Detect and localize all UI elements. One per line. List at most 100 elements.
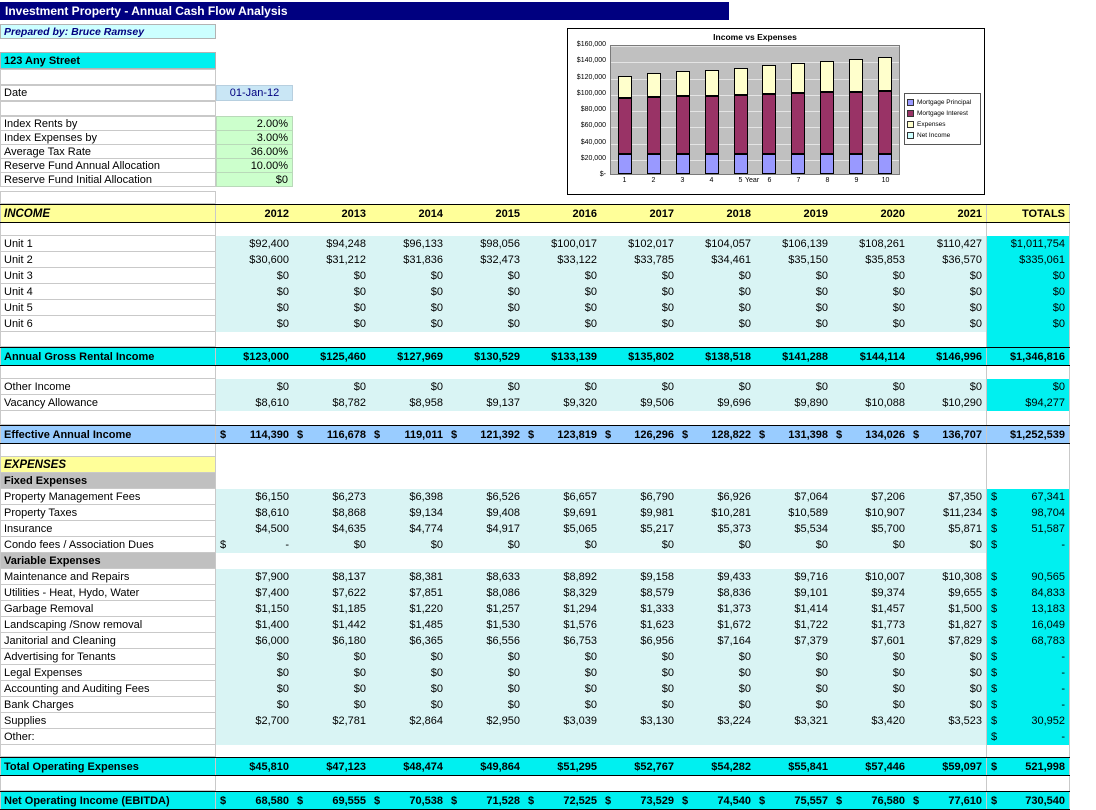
cell-unit-2-2015[interactable]: $32,473 xyxy=(447,252,524,268)
cell-spacer-2013[interactable] xyxy=(293,776,370,791)
cell-property-management-fees-2019[interactable]: $7,064 xyxy=(755,489,832,505)
cell-advertising-for-tenants-2021[interactable]: $0 xyxy=(909,649,986,665)
cell-spacer-2019[interactable] xyxy=(755,332,832,347)
cell-unit-2-2020[interactable]: $35,853 xyxy=(832,252,909,268)
cell-unit-1-2013[interactable]: $94,248 xyxy=(293,236,370,252)
cell-unit-1-total[interactable]: $1,011,754 xyxy=(986,236,1070,252)
cell-utilities-heat-hydo-water-2018[interactable]: $8,836 xyxy=(678,585,755,601)
cell-property-taxes-2017[interactable]: $9,981 xyxy=(601,505,678,521)
cell-unit-4-2021[interactable]: $0 xyxy=(909,284,986,300)
cell-insurance-2019[interactable]: $5,534 xyxy=(755,521,832,537)
cell-unit-3-2015[interactable]: $0 xyxy=(447,268,524,284)
cell-spacer-2017[interactable] xyxy=(601,411,678,425)
cell-maintenance-and-repairs-total[interactable]: $90,565 xyxy=(986,569,1070,585)
cell-accounting-and-auditing-fees-2018[interactable]: $0 xyxy=(678,681,755,697)
cell-utilities-heat-hydo-water-2019[interactable]: $9,101 xyxy=(755,585,832,601)
cell-condo-fees-association-dues-2018[interactable]: $0 xyxy=(678,537,755,553)
cell-expenses-2013[interactable] xyxy=(293,457,370,473)
cell-unit-4-2016[interactable]: $0 xyxy=(524,284,601,300)
cell-property-management-fees-2014[interactable]: $6,398 xyxy=(370,489,447,505)
cell-landscaping-snow-removal-2014[interactable]: $1,485 xyxy=(370,617,447,633)
year-header-2017[interactable]: 2017 xyxy=(601,205,678,222)
cell-spacer-2020[interactable] xyxy=(832,776,909,791)
cell-landscaping-snow-removal-2020[interactable]: $1,773 xyxy=(832,617,909,633)
row-label-other[interactable]: Other: xyxy=(0,729,216,745)
cell-maintenance-and-repairs-2012[interactable]: $7,900 xyxy=(216,569,293,585)
cell-spacer-2016[interactable] xyxy=(524,366,601,379)
cell-bank-charges-2019[interactable]: $0 xyxy=(755,697,832,713)
param-value-index-expenses-by[interactable]: 3.00% xyxy=(216,130,293,145)
cell-landscaping-snow-removal-total[interactable]: $16,049 xyxy=(986,617,1070,633)
cell-advertising-for-tenants-2012[interactable]: $0 xyxy=(216,649,293,665)
param-value-index-rents-by[interactable]: 2.00% xyxy=(216,116,293,131)
cell-supplies-2015[interactable]: $2,950 xyxy=(447,713,524,729)
cell-spacer-2020[interactable] xyxy=(832,745,909,757)
row-label-legal-expenses[interactable]: Legal Expenses xyxy=(0,665,216,681)
cell-garbage-removal-total[interactable]: $13,183 xyxy=(986,601,1070,617)
cell-condo-fees-association-dues-2013[interactable]: $0 xyxy=(293,537,370,553)
cell-annual-gross-rental-income-2016[interactable]: $133,139 xyxy=(524,348,601,365)
prepared-by-cell[interactable]: Prepared by: Bruce Ramsey xyxy=(0,24,216,39)
cell-spacer-2017[interactable] xyxy=(601,776,678,791)
cell-condo-fees-association-dues-2016[interactable]: $0 xyxy=(524,537,601,553)
cell-utilities-heat-hydo-water-2021[interactable]: $9,655 xyxy=(909,585,986,601)
cell-bank-charges-2012[interactable]: $0 xyxy=(216,697,293,713)
cell-janitorial-and-cleaning-2015[interactable]: $6,556 xyxy=(447,633,524,649)
cell-spacer-2018[interactable] xyxy=(678,332,755,347)
cell-legal-expenses-2012[interactable]: $0 xyxy=(216,665,293,681)
cell-expenses-2012[interactable] xyxy=(216,457,293,473)
param-value-reserve-fund-annual-allocation[interactable]: 10.00% xyxy=(216,158,293,173)
cell-other-2017[interactable] xyxy=(601,729,678,745)
cell-legal-expenses-2019[interactable]: $0 xyxy=(755,665,832,681)
cell-unit-4-2020[interactable]: $0 xyxy=(832,284,909,300)
cell-garbage-removal-2013[interactable]: $1,185 xyxy=(293,601,370,617)
cell-bank-charges-2018[interactable]: $0 xyxy=(678,697,755,713)
cell-other-2014[interactable] xyxy=(370,729,447,745)
cell-unit-6-2015[interactable]: $0 xyxy=(447,316,524,332)
row-label-spacer[interactable] xyxy=(0,223,216,236)
cell-bank-charges-total[interactable]: $- xyxy=(986,697,1070,713)
cell-advertising-for-tenants-2015[interactable]: $0 xyxy=(447,649,524,665)
cell-bank-charges-2021[interactable]: $0 xyxy=(909,697,986,713)
cell-unit-4-2012[interactable]: $0 xyxy=(216,284,293,300)
row-label-bank-charges[interactable]: Bank Charges xyxy=(0,697,216,713)
cell-spacer-2013[interactable] xyxy=(293,411,370,425)
cell-spacer-2013[interactable] xyxy=(293,366,370,379)
cell-landscaping-snow-removal-2021[interactable]: $1,827 xyxy=(909,617,986,633)
cell-vacancy-allowance-2017[interactable]: $9,506 xyxy=(601,395,678,411)
cell-spacer-total[interactable] xyxy=(986,444,1070,457)
cell-other-2012[interactable] xyxy=(216,729,293,745)
row-label-other-income[interactable]: Other Income xyxy=(0,379,216,395)
cell-spacer-2021[interactable] xyxy=(909,366,986,379)
cell-advertising-for-tenants-2020[interactable]: $0 xyxy=(832,649,909,665)
cell-advertising-for-tenants-total[interactable]: $- xyxy=(986,649,1070,665)
cell-legal-expenses-total[interactable]: $- xyxy=(986,665,1070,681)
cell-garbage-removal-2014[interactable]: $1,220 xyxy=(370,601,447,617)
cell-unit-2-total[interactable]: $335,061 xyxy=(986,252,1070,268)
cell-janitorial-and-cleaning-2013[interactable]: $6,180 xyxy=(293,633,370,649)
cell-fixed-expenses-2013[interactable] xyxy=(293,473,370,489)
year-header-2020[interactable]: 2020 xyxy=(832,205,909,222)
cell-garbage-removal-2012[interactable]: $1,150 xyxy=(216,601,293,617)
cell-spacer-2020[interactable] xyxy=(832,444,909,457)
cell-expenses-2016[interactable] xyxy=(524,457,601,473)
param-label-reserve-fund-annual-allocation[interactable]: Reserve Fund Annual Allocation xyxy=(0,158,216,173)
year-header-2019[interactable]: 2019 xyxy=(755,205,832,222)
cell-effective-annual-income-2019[interactable]: $131,398 xyxy=(755,426,832,443)
row-label-spacer[interactable] xyxy=(0,366,216,379)
row-label-spacer[interactable] xyxy=(0,332,216,347)
cell-total-operating-expenses-2013[interactable]: $47,123 xyxy=(293,758,370,775)
cell-effective-annual-income-2017[interactable]: $126,296 xyxy=(601,426,678,443)
cell-fixed-expenses-2015[interactable] xyxy=(447,473,524,489)
row-label-annual-gross-rental-income[interactable]: Annual Gross Rental Income xyxy=(0,348,216,365)
cell-garbage-removal-2018[interactable]: $1,373 xyxy=(678,601,755,617)
cell-advertising-for-tenants-2016[interactable]: $0 xyxy=(524,649,601,665)
cell-insurance-2018[interactable]: $5,373 xyxy=(678,521,755,537)
cell-utilities-heat-hydo-water-2015[interactable]: $8,086 xyxy=(447,585,524,601)
cell-janitorial-and-cleaning-2020[interactable]: $7,601 xyxy=(832,633,909,649)
cell-unit-6-2013[interactable]: $0 xyxy=(293,316,370,332)
cell-spacer-2012[interactable] xyxy=(216,223,293,236)
cell-spacer-2020[interactable] xyxy=(832,332,909,347)
cell-unit-6-2018[interactable]: $0 xyxy=(678,316,755,332)
cell-property-management-fees-2015[interactable]: $6,526 xyxy=(447,489,524,505)
